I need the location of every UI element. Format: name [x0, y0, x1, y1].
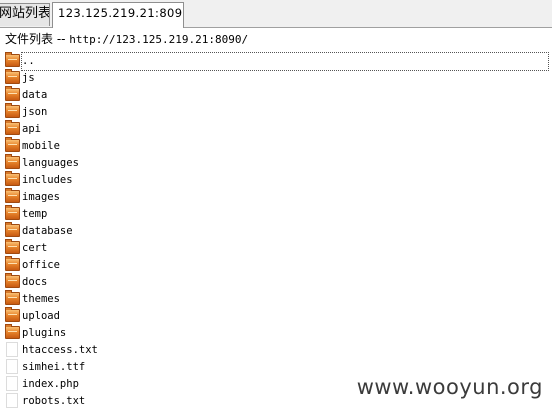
file-icon: [6, 359, 18, 374]
item-name: docs: [22, 276, 48, 288]
item-name: themes: [22, 293, 60, 305]
folder-icon: [5, 273, 20, 288]
item-name: json: [22, 106, 48, 118]
item-name: index.php: [22, 378, 79, 390]
path-bar: 文件列表 -- http://123.125.219.21:8090/: [0, 31, 552, 48]
folder-icon: [5, 222, 20, 237]
item-name: mobile: [22, 140, 60, 152]
folder-icon: [5, 205, 20, 220]
folder-row[interactable]: languages: [0, 154, 552, 172]
file-icon: [6, 342, 18, 357]
folder-icon: [5, 239, 20, 254]
item-name: htaccess.txt: [22, 344, 98, 356]
tab-site-url[interactable]: 123.125.219.21:8090: [52, 2, 184, 28]
folder-row[interactable]: mobile: [0, 137, 552, 155]
folder-row[interactable]: data: [0, 86, 552, 104]
folder-icon: [5, 256, 20, 271]
item-name: ..: [21, 52, 549, 71]
folder-row[interactable]: api: [0, 120, 552, 138]
file-row[interactable]: simhei.ttf: [0, 359, 552, 376]
tab-bar: 网站列表 123.125.219.21:8090: [0, 0, 552, 28]
folder-icon: [5, 86, 20, 101]
item-name: images: [22, 191, 60, 203]
item-name: database: [22, 225, 73, 237]
folder-row[interactable]: ..: [0, 52, 552, 71]
path-url: http://123.125.219.21:8090/: [69, 33, 249, 46]
folder-row[interactable]: plugins: [0, 324, 552, 342]
folder-row[interactable]: database: [0, 222, 552, 240]
folder-row[interactable]: js: [0, 69, 552, 87]
item-name: includes: [22, 174, 73, 186]
item-name: robots.txt: [22, 395, 86, 407]
folder-icon: [5, 69, 20, 84]
folder-icon: [5, 137, 20, 152]
tab-site-list[interactable]: 网站列表: [0, 3, 50, 26]
item-name: office: [22, 259, 60, 271]
folder-icon: [5, 154, 20, 169]
file-row[interactable]: htaccess.txt: [0, 342, 552, 359]
folder-icon: [5, 103, 20, 118]
folder-icon: [5, 52, 20, 67]
folder-row[interactable]: temp: [0, 205, 552, 223]
watermark: www.wooyun.org: [356, 375, 543, 399]
item-name: cert: [22, 242, 48, 254]
folder-row[interactable]: includes: [0, 171, 552, 189]
folder-row[interactable]: cert: [0, 239, 552, 257]
item-name: js: [22, 72, 35, 84]
folder-icon: [5, 188, 20, 203]
file-icon: [6, 393, 18, 408]
item-name: languages: [22, 157, 79, 169]
file-icon: [6, 376, 18, 391]
item-name: plugins: [22, 327, 67, 339]
folder-icon: [5, 120, 20, 135]
folder-row[interactable]: images: [0, 188, 552, 206]
file-list: .. js data json api mobile languages includes im…: [0, 52, 552, 416]
item-name: api: [22, 123, 41, 135]
folder-icon: [5, 324, 20, 339]
item-name: simhei.ttf: [22, 361, 86, 373]
folder-row[interactable]: json: [0, 103, 552, 121]
item-name: temp: [22, 208, 48, 220]
folder-icon: [5, 307, 20, 322]
folder-row[interactable]: themes: [0, 290, 552, 308]
folder-row[interactable]: docs: [0, 273, 552, 291]
path-prefix: 文件列表 --: [5, 32, 70, 46]
folder-row[interactable]: office: [0, 256, 552, 274]
folder-row[interactable]: upload: [0, 307, 552, 325]
item-name: data: [22, 89, 48, 101]
folder-icon: [5, 171, 20, 186]
item-name: upload: [22, 310, 60, 322]
folder-icon: [5, 290, 20, 305]
